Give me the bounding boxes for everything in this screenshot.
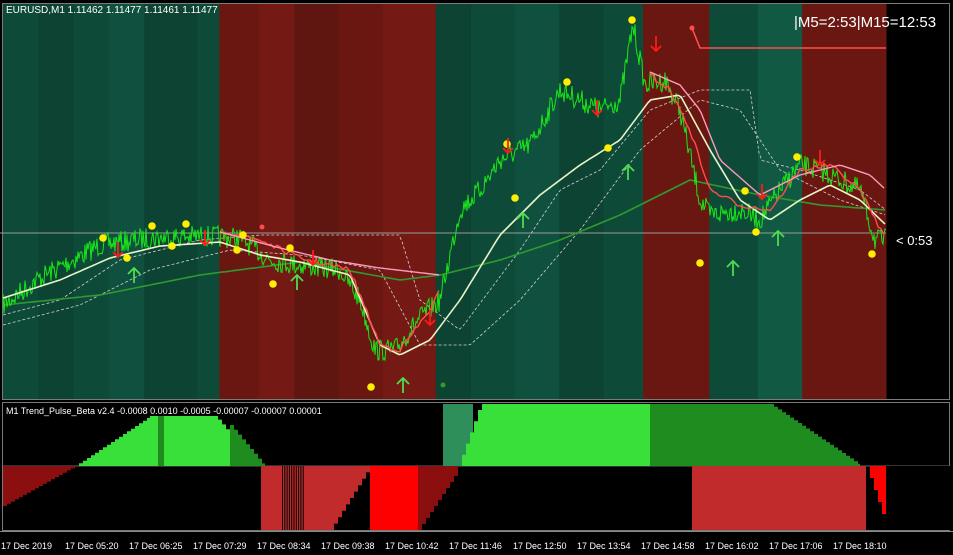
signal-dot bbox=[503, 140, 511, 148]
histogram-green-spike bbox=[158, 416, 164, 466]
histogram-red-gap bbox=[291, 466, 293, 530]
time-axis-tick: 17 Dec 14:58 bbox=[641, 541, 695, 551]
histogram-red-gap bbox=[284, 466, 286, 530]
signal-dot bbox=[239, 231, 247, 239]
signal-dot bbox=[233, 246, 241, 254]
indicator-name-label: M1 Trend_Pulse_Beta v2.4 -0.0008 0.0010 … bbox=[6, 406, 322, 416]
background-band-green bbox=[38, 4, 75, 399]
time-axis-tick: 17 Dec 05:20 bbox=[65, 541, 119, 551]
histogram-red-gap bbox=[302, 466, 304, 530]
histogram-empty-area bbox=[886, 466, 950, 530]
histogram-red-dark bbox=[418, 466, 458, 530]
signal-dot bbox=[604, 144, 612, 152]
background-band-red bbox=[259, 4, 295, 399]
time-axis-tick: 17 Dec 06:25 bbox=[129, 541, 183, 551]
signal-dot bbox=[99, 234, 107, 242]
background-band-red bbox=[802, 4, 887, 399]
background-band-red bbox=[382, 4, 437, 399]
red-start-dot bbox=[259, 224, 265, 230]
histogram-red-right bbox=[692, 466, 866, 530]
time-axis-tick: 17 Dec 10:42 bbox=[385, 541, 439, 551]
histogram-red-gap bbox=[298, 466, 300, 530]
green-start-dot bbox=[440, 382, 446, 388]
background-band-red bbox=[643, 4, 710, 399]
time-axis-tick: 17 Dec 08:34 bbox=[257, 541, 311, 551]
signal-dot bbox=[148, 222, 156, 230]
background-band-green bbox=[515, 4, 560, 399]
signal-dot bbox=[123, 254, 131, 262]
background-band-green bbox=[197, 4, 220, 399]
background-band-green bbox=[470, 4, 516, 399]
signal-dot bbox=[168, 242, 176, 250]
histogram-red-bright bbox=[370, 466, 418, 530]
background-band-green bbox=[3, 4, 39, 399]
background-band-green bbox=[603, 4, 644, 399]
histogram-green-dark-block bbox=[650, 404, 770, 466]
time-axis-tick: 17 Dec 12:50 bbox=[513, 541, 567, 551]
signal-dot bbox=[563, 78, 571, 86]
histogram-red-taper bbox=[330, 466, 370, 530]
time-axis-tick: 17 Dec 18:10 bbox=[833, 541, 887, 551]
background-band-red bbox=[338, 4, 384, 399]
background-band-red bbox=[294, 4, 340, 399]
resistance-start-dot bbox=[689, 25, 695, 31]
histogram-red-gap bbox=[295, 466, 297, 530]
background-band-green bbox=[559, 4, 604, 399]
histogram-red-gap bbox=[293, 466, 295, 530]
background-band-green bbox=[144, 4, 198, 399]
timeframe-timer-label: |M5=2:53|M15=12:53 bbox=[794, 14, 937, 31]
signal-dot bbox=[367, 383, 375, 391]
chart-canvas bbox=[0, 3, 953, 532]
signal-dot bbox=[868, 250, 876, 258]
histogram-green-rise bbox=[75, 418, 150, 466]
signal-dot bbox=[511, 194, 519, 202]
histogram-green-taper bbox=[770, 404, 860, 466]
symbol-info-label: EURUSD,M1 1.11462 1.11477 1.11461 1.1147… bbox=[6, 5, 218, 16]
background-band-red bbox=[219, 4, 260, 399]
histogram-red-mid bbox=[261, 466, 330, 530]
signal-dot bbox=[752, 228, 760, 236]
time-axis-tick: 17 Dec 11:46 bbox=[449, 541, 502, 551]
time-axis-tick: 17 Dec 17:06 bbox=[769, 541, 823, 551]
time-axis-tick: 17 Dec 16:02 bbox=[705, 541, 759, 551]
time-axis-tick: 17 Dec 2019 bbox=[1, 541, 53, 551]
histogram-red-gap bbox=[286, 466, 288, 530]
histogram-green-fall bbox=[230, 425, 265, 466]
histogram-red-left bbox=[3, 466, 75, 506]
histogram-red-bright-right bbox=[866, 466, 886, 526]
signal-dot bbox=[741, 187, 749, 195]
time-axis: 17 Dec 2019 17 Dec 05:20 17 Dec 06:25 17 De… bbox=[0, 539, 953, 555]
signal-dot bbox=[628, 16, 636, 24]
bar-countdown-label: < 0:53 bbox=[896, 233, 933, 248]
time-axis-tick: 17 Dec 07:29 bbox=[193, 541, 247, 551]
histogram-red-gap bbox=[288, 466, 290, 530]
background-band-green bbox=[73, 4, 110, 399]
histogram-red-gap bbox=[282, 466, 283, 530]
signal-dot bbox=[286, 244, 294, 252]
signal-dot bbox=[269, 280, 277, 288]
background-band-green bbox=[108, 4, 145, 399]
background-bands bbox=[3, 4, 887, 399]
time-axis-tick: 17 Dec 09:38 bbox=[321, 541, 375, 551]
histogram-green-block bbox=[458, 404, 650, 466]
time-axis-tick: 17 Dec 13:54 bbox=[577, 541, 631, 551]
histogram-red-gap bbox=[300, 466, 302, 530]
signal-dot bbox=[793, 153, 801, 161]
signal-dot bbox=[182, 220, 190, 228]
signal-dot bbox=[696, 259, 704, 267]
indicator-histogram bbox=[3, 404, 950, 530]
